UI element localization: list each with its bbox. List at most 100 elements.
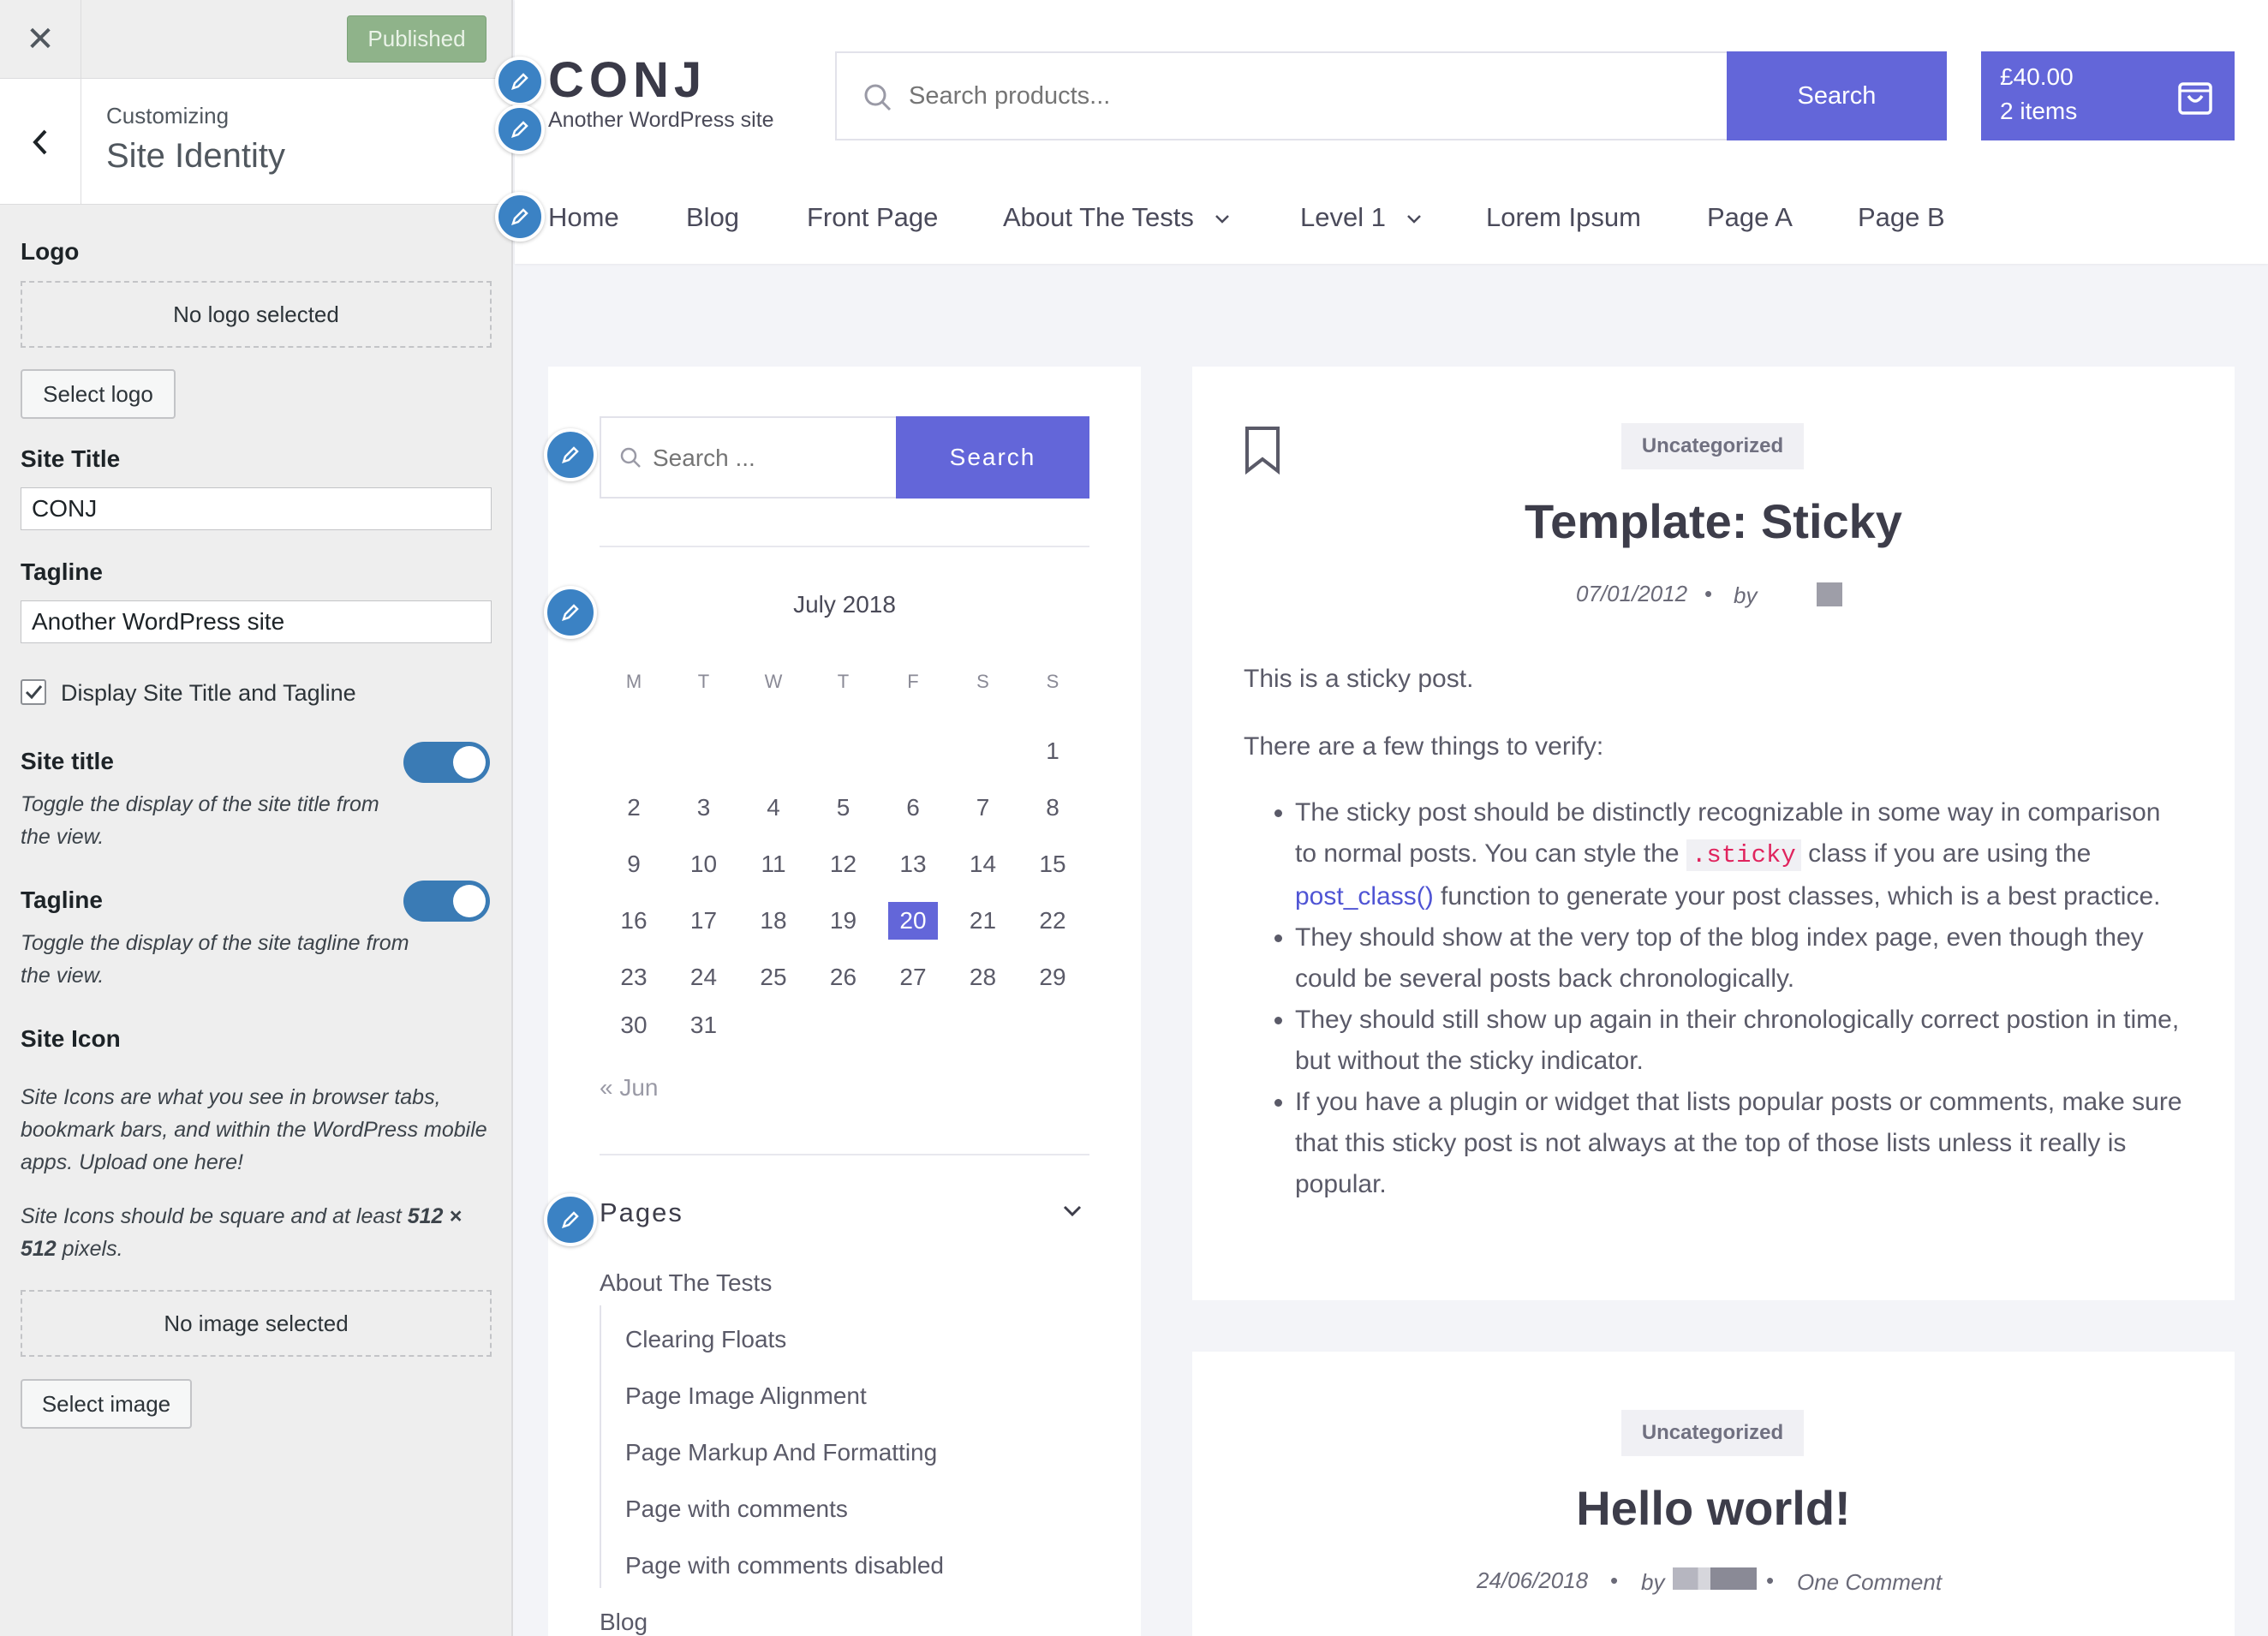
nav-item-page-a[interactable]: Page A bbox=[1707, 202, 1793, 233]
edit-menu-button[interactable] bbox=[495, 192, 545, 242]
checkmark-icon bbox=[25, 685, 43, 700]
chevron-down-icon[interactable] bbox=[1062, 1203, 1083, 1219]
post-category-badge[interactable]: Uncategorized bbox=[1621, 1410, 1804, 1456]
site-title-label: Site Title bbox=[21, 445, 121, 472]
page-link-about-the-tests[interactable]: About The Tests bbox=[600, 1269, 772, 1297]
cart-button[interactable]: £40.00 2 items bbox=[1981, 51, 2235, 140]
customizing-label: Customizing bbox=[106, 103, 230, 128]
calendar-day: 27 bbox=[899, 964, 927, 990]
divider bbox=[600, 1154, 1089, 1155]
author-name-redacted[interactable] bbox=[1673, 1567, 1757, 1590]
pencil-icon bbox=[511, 208, 528, 225]
page-tree-line bbox=[600, 1305, 601, 1588]
tagline-toggle-label: Tagline bbox=[21, 887, 103, 913]
chevron-down-icon bbox=[1406, 214, 1421, 224]
code-snippet: .sticky bbox=[1686, 839, 1801, 871]
calendar-day: 26 bbox=[829, 964, 857, 990]
page-link-blog[interactable]: Blog bbox=[600, 1609, 648, 1636]
site-icon-label: Site Icon bbox=[21, 1025, 121, 1052]
nav-item-front-page[interactable]: Front Page bbox=[807, 202, 938, 233]
post-category-badge[interactable]: Uncategorized bbox=[1621, 423, 1804, 469]
site-title[interactable]: CONJ bbox=[548, 51, 707, 109]
sidebar-search-input[interactable] bbox=[653, 439, 884, 478]
published-button[interactable]: Published bbox=[347, 15, 486, 63]
calendar-day: 25 bbox=[760, 964, 787, 990]
page-link-comments-disabled[interactable]: Page with comments disabled bbox=[625, 1552, 944, 1579]
calendar-grid: 1 2 3 4 5 6 7 8 9 10 11 12 13 14 15 16 17 18 19 20 21 22 23 24 2… bbox=[608, 732, 1081, 1049]
close-customizer-button[interactable]: ✕ bbox=[0, 0, 81, 79]
post-comments-link[interactable]: One Comment bbox=[1797, 1569, 1942, 1596]
page-link-clearing-floats[interactable]: Clearing Floats bbox=[625, 1326, 786, 1353]
calendar-day: 2 bbox=[627, 794, 641, 821]
post-title[interactable]: Template: Sticky bbox=[1192, 493, 2235, 549]
product-search-input[interactable] bbox=[909, 74, 1680, 118]
page-link-page-image-alignment[interactable]: Page Image Alignment bbox=[625, 1382, 867, 1410]
site-icon-placeholder: No image selected bbox=[21, 1290, 492, 1357]
list-item-text: function to generate your post classes, … bbox=[1433, 882, 2161, 911]
calendar-day: 22 bbox=[1039, 907, 1066, 934]
nav-item-home[interactable]: Home bbox=[548, 202, 619, 233]
page-link-page-markup[interactable]: Page Markup And Formatting bbox=[625, 1439, 937, 1466]
calendar-prev-link[interactable]: « Jun bbox=[600, 1074, 659, 1102]
site-title-input[interactable] bbox=[21, 487, 492, 530]
calendar-day: 3 bbox=[696, 794, 711, 821]
site-icon-desc: Site Icons are what you see in browser t… bbox=[21, 1085, 487, 1174]
post-date[interactable]: 07/01/2012 bbox=[1576, 581, 1687, 607]
calendar-day: 6 bbox=[906, 794, 920, 821]
pencil-icon bbox=[511, 73, 528, 90]
display-title-checkbox-label: Display Site Title and Tagline bbox=[61, 680, 356, 706]
edit-calendar-widget-button[interactable] bbox=[544, 586, 597, 639]
tagline-input[interactable] bbox=[21, 600, 492, 643]
cart-items: 2 items bbox=[2000, 98, 2078, 124]
bookmark-icon bbox=[1245, 427, 1280, 475]
chevron-down-icon bbox=[1215, 214, 1229, 224]
list-item: They should still show up again in their… bbox=[1295, 1000, 2186, 1082]
calendar-day: 29 bbox=[1039, 964, 1066, 990]
edit-tagline-button[interactable] bbox=[495, 104, 545, 154]
calendar-day: 7 bbox=[976, 794, 990, 821]
pages-widget-title: Pages bbox=[600, 1197, 683, 1227]
calendar-weekday: S bbox=[1046, 671, 1059, 692]
tagline-label: Tagline bbox=[21, 558, 103, 585]
nav-item-about-the-tests[interactable]: About The Tests bbox=[1003, 202, 1231, 233]
shopping-bag-icon bbox=[2178, 82, 2212, 115]
product-search-button[interactable]: Search bbox=[1727, 51, 1947, 140]
nav-item-lorem-ipsum[interactable]: Lorem Ipsum bbox=[1486, 202, 1641, 233]
sidebar-search-button[interactable]: Search bbox=[896, 416, 1089, 499]
list-item: If you have a plugin or widget that list… bbox=[1295, 1082, 2186, 1205]
post-list: The sticky post should be distinctly rec… bbox=[1295, 792, 2186, 1205]
calendar-day: 10 bbox=[689, 851, 718, 877]
display-title-checkbox[interactable] bbox=[21, 679, 46, 705]
calendar-day: 13 bbox=[899, 851, 927, 877]
edit-search-widget-button[interactable] bbox=[544, 428, 597, 481]
cart-total: £40.00 bbox=[2000, 63, 2074, 90]
calendar-day: 5 bbox=[836, 794, 850, 821]
section-title: Site Identity bbox=[106, 137, 286, 175]
pencil-icon bbox=[511, 121, 528, 138]
meta-separator: • bbox=[1610, 1567, 1619, 1593]
nav-item-blog[interactable]: Blog bbox=[686, 202, 739, 233]
post-class-link[interactable]: post_class() bbox=[1295, 882, 1434, 911]
edit-site-title-button[interactable] bbox=[495, 57, 545, 106]
post-author-label: by bbox=[1734, 582, 1758, 608]
post-title[interactable]: Hello world! bbox=[1192, 1480, 2235, 1536]
search-icon bbox=[620, 447, 641, 468]
customizer-panel: ✕ Published Customizing Site Identity Lo… bbox=[0, 0, 513, 1636]
author-avatar[interactable] bbox=[1817, 582, 1842, 606]
select-logo-button[interactable]: Select logo bbox=[21, 369, 176, 419]
tagline-toggle[interactable] bbox=[403, 881, 490, 922]
nav-item-page-b[interactable]: Page B bbox=[1858, 202, 1945, 233]
post-date[interactable]: 24/06/2018 bbox=[1477, 1567, 1588, 1594]
edit-pages-widget-button[interactable] bbox=[544, 1193, 597, 1246]
panel-header: ✕ Published bbox=[0, 0, 511, 79]
page-link-page-with-comments[interactable]: Page with comments bbox=[625, 1496, 848, 1523]
nav-item-level-1[interactable]: Level 1 bbox=[1300, 202, 1423, 233]
pencil-icon bbox=[562, 446, 579, 463]
post-author-label: by bbox=[1641, 1569, 1665, 1595]
calendar-caption: July 2018 bbox=[793, 591, 896, 618]
chevron-left-icon bbox=[33, 129, 47, 154]
select-image-button[interactable]: Select image bbox=[21, 1379, 192, 1429]
back-button[interactable] bbox=[0, 79, 81, 205]
calendar-weekday: T bbox=[697, 671, 710, 692]
site-title-toggle[interactable] bbox=[403, 742, 490, 783]
